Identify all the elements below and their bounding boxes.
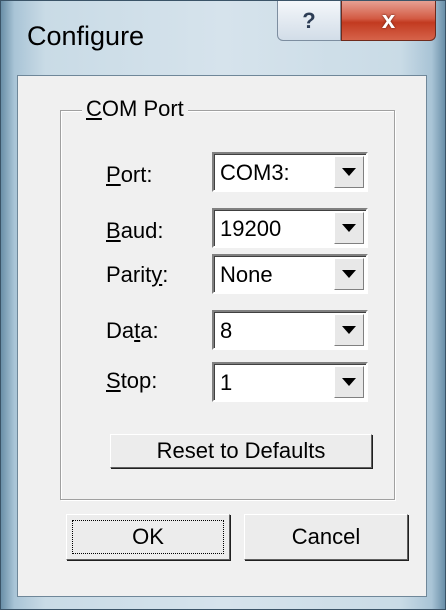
com-port-group-label: COM Port — [82, 96, 188, 122]
baud-dropdown-button[interactable] — [334, 212, 364, 244]
data-bits-value: 8 — [220, 318, 233, 343]
ok-button[interactable]: OK — [66, 514, 230, 560]
chevron-down-icon — [342, 326, 356, 334]
port-select[interactable]: COM3: — [212, 152, 368, 192]
stop-bits-dropdown-button[interactable] — [334, 366, 364, 398]
baud-select[interactable]: 19200 — [212, 208, 368, 248]
title-bar[interactable]: Configure ? x — [1, 1, 445, 75]
parity-label: Parity: — [106, 262, 169, 287]
parity-select[interactable]: None — [212, 254, 368, 294]
close-button[interactable]: x — [341, 1, 436, 41]
window-title: Configure — [27, 21, 145, 51]
baud-value: 19200 — [220, 216, 282, 241]
parity-dropdown-button[interactable] — [334, 258, 364, 290]
chevron-down-icon — [342, 224, 356, 232]
baud-label: Baud: — [106, 218, 164, 243]
reset-defaults-label: Reset to Defaults — [156, 438, 326, 463]
port-dropdown-button[interactable] — [334, 156, 364, 188]
help-icon: ? — [302, 7, 316, 33]
focus-rectangle — [72, 520, 224, 554]
stop-bits-value: 1 — [220, 370, 233, 395]
reset-defaults-button[interactable]: Reset to Defaults — [110, 434, 372, 468]
help-button[interactable]: ? — [277, 1, 341, 41]
parity-value: None — [220, 262, 273, 287]
cancel-button[interactable]: Cancel — [244, 514, 408, 560]
chevron-down-icon — [342, 168, 356, 176]
chevron-down-icon — [342, 270, 356, 278]
port-label: Port: — [106, 162, 153, 187]
stop-bits-label: Stop: — [106, 368, 158, 393]
stop-bits-select[interactable]: 1 — [212, 362, 368, 402]
port-value: COM3: — [220, 160, 290, 185]
data-bits-label: Data: — [106, 318, 159, 343]
chevron-down-icon — [342, 378, 356, 386]
close-icon: x — [381, 6, 396, 34]
cancel-label: Cancel — [291, 524, 361, 549]
data-bits-select[interactable]: 8 — [212, 310, 368, 350]
data-bits-dropdown-button[interactable] — [334, 314, 364, 346]
